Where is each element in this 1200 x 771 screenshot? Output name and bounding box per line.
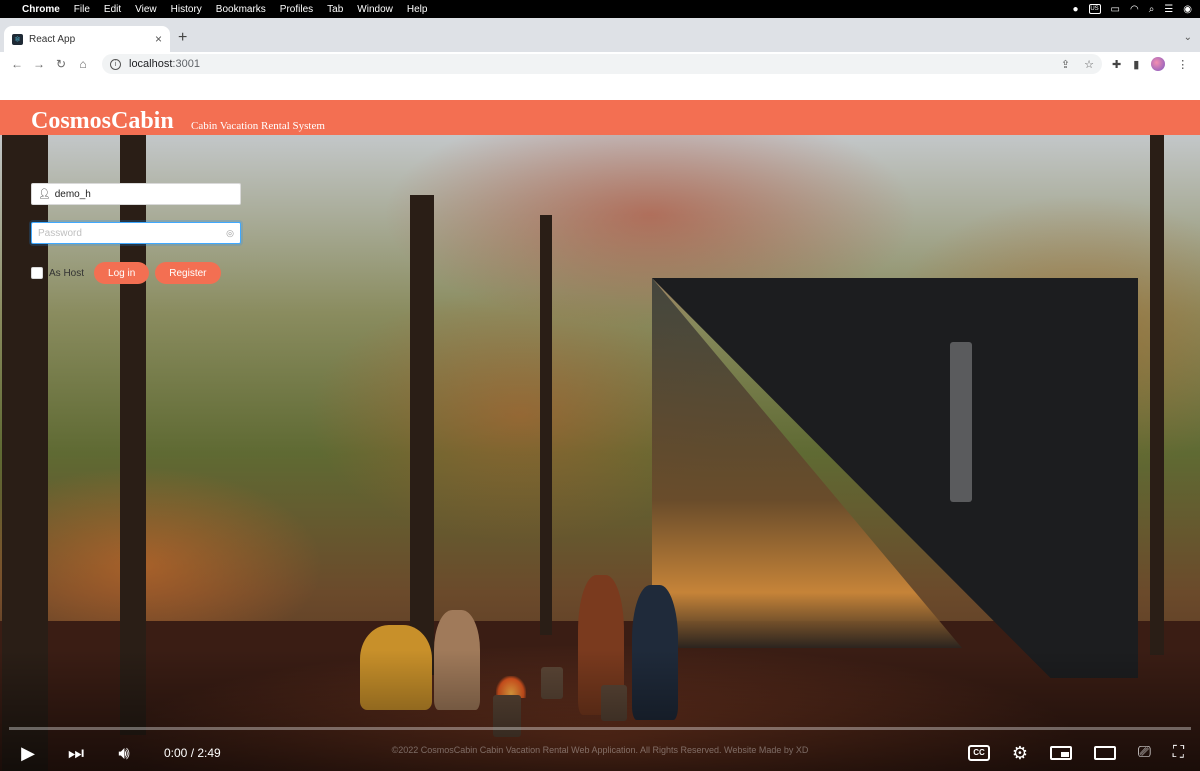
tree-trunk (540, 215, 552, 635)
status-area: ● US ▭ ◠ ⌕ ☰ ◉ (1072, 4, 1192, 15)
menu-file[interactable]: File (74, 4, 90, 15)
input-source-badge[interactable]: US (1088, 4, 1101, 14)
forward-icon[interactable]: → (28, 57, 50, 71)
as-host-checkbox[interactable] (31, 267, 43, 279)
captions-button[interactable]: CC (968, 745, 990, 761)
home-icon[interactable]: ⌂ (72, 57, 94, 71)
new-tab-icon[interactable]: + (178, 29, 187, 47)
user-icon: 👤︎ (38, 188, 51, 200)
time-display: 0:00 / 2:49 (164, 746, 221, 760)
password-field[interactable]: ◎ (31, 222, 241, 244)
login-controls: As Host Log in Register (31, 261, 291, 285)
time-total: 2:49 (197, 746, 221, 760)
url-host: localhost (129, 58, 173, 70)
extensions-icon[interactable]: ✚ (1112, 58, 1121, 71)
siri-icon[interactable]: ◉ (1183, 4, 1192, 15)
menu-edit[interactable]: Edit (104, 4, 121, 15)
cast-icon[interactable]: ⎚ (1138, 744, 1151, 762)
video-progress-bar[interactable] (9, 727, 1191, 730)
menu-tab[interactable]: Tab (327, 4, 343, 15)
theater-mode-icon[interactable] (1093, 746, 1116, 760)
site-logo[interactable]: CosmosCabin (31, 108, 174, 135)
url-port: :3001 (172, 58, 200, 70)
cabin-chimney (950, 342, 972, 502)
site-header: CosmosCabin Cabin Vacation Rental System (0, 100, 1200, 135)
password-input[interactable] (38, 227, 208, 239)
menu-history[interactable]: History (171, 4, 202, 15)
username-input[interactable] (54, 188, 225, 200)
battery-icon[interactable]: ▭ (1111, 4, 1120, 15)
macos-menu-bar: Chrome File Edit View History Bookmarks … (0, 0, 1200, 18)
record-icon[interactable]: ● (1072, 4, 1078, 15)
fullscreen-icon[interactable]: ⛶ (1173, 744, 1184, 762)
player-control-bar: ▶ ⏭ 🔊︎ 0:00 / 2:49 CC ⚙ ⎚ ⛶ (0, 735, 1200, 771)
browser-toolbar: ← → ↻ ⌂ i localhost:3001 ⇪ ☆ ✚ ▮ ⋮ (0, 52, 1200, 76)
spotlight-icon[interactable]: ⌕ (1149, 4, 1155, 15)
miniplayer-icon[interactable] (1049, 746, 1072, 760)
tree-trunk (410, 195, 434, 675)
share-icon[interactable]: ⇪ (1061, 58, 1070, 71)
play-icon[interactable]: ▶ (16, 743, 40, 764)
eye-invisible-icon[interactable]: ◎ (226, 228, 234, 239)
tree-trunk (1150, 135, 1164, 655)
login-button[interactable]: Log in (94, 262, 150, 284)
control-center-icon[interactable]: ☰ (1164, 4, 1173, 15)
chevron-down-icon[interactable]: ⌄ (1184, 32, 1192, 43)
site-tagline: Cabin Vacation Rental System (191, 120, 325, 132)
reload-icon[interactable]: ↻ (50, 57, 72, 71)
close-tab-icon[interactable]: × (155, 32, 162, 46)
settings-gear-icon[interactable]: ⚙ (1012, 743, 1028, 764)
side-panel-icon[interactable]: ▮ (1133, 58, 1139, 71)
tab-react-app[interactable]: ⚛ React App × (4, 26, 170, 52)
menu-bookmarks[interactable]: Bookmarks (216, 4, 266, 15)
react-favicon-icon: ⚛ (12, 33, 23, 45)
address-bar[interactable]: i localhost:3001 ⇪ ☆ (102, 54, 1102, 74)
info-icon[interactable]: i (110, 58, 121, 70)
bookmark-star-icon[interactable]: ☆ (1084, 58, 1094, 71)
next-icon[interactable]: ⏭ (64, 743, 88, 764)
volume-icon[interactable]: 🔊︎ (112, 743, 136, 764)
register-button[interactable]: Register (155, 262, 221, 284)
tab-strip: ⚛ React App × + ⌄ (0, 18, 1200, 52)
username-field[interactable]: 👤︎ (31, 183, 241, 205)
tab-title: React App (29, 33, 76, 45)
menu-help[interactable]: Help (407, 4, 428, 15)
back-icon[interactable]: ← (6, 57, 28, 71)
wifi-icon[interactable]: ◠ (1130, 4, 1139, 15)
time-current: 0:00 (164, 746, 188, 760)
profile-avatar[interactable] (1151, 57, 1166, 71)
menu-view[interactable]: View (135, 4, 157, 15)
more-menu-icon[interactable]: ⋮ (1177, 58, 1188, 71)
menu-chrome[interactable]: Chrome (22, 4, 60, 15)
menu-profiles[interactable]: Profiles (280, 4, 313, 15)
as-host-label[interactable]: As Host (49, 268, 84, 279)
menu-window[interactable]: Window (357, 4, 393, 15)
